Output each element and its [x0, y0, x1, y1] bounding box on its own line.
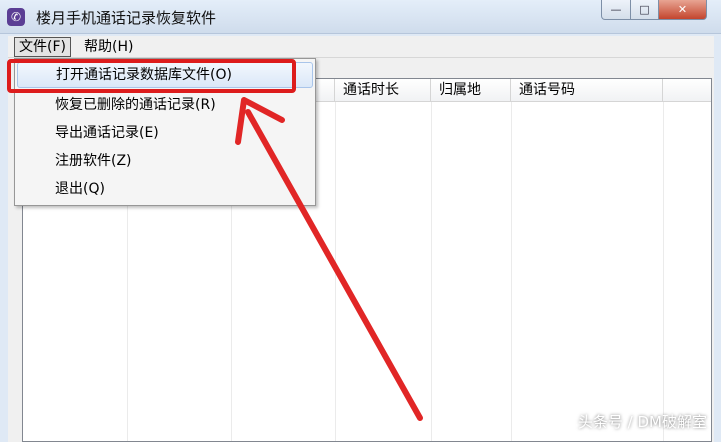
watermark-text: 头条号 / DM破解室 — [577, 413, 707, 431]
annotation-arrow-icon — [235, 97, 423, 421]
